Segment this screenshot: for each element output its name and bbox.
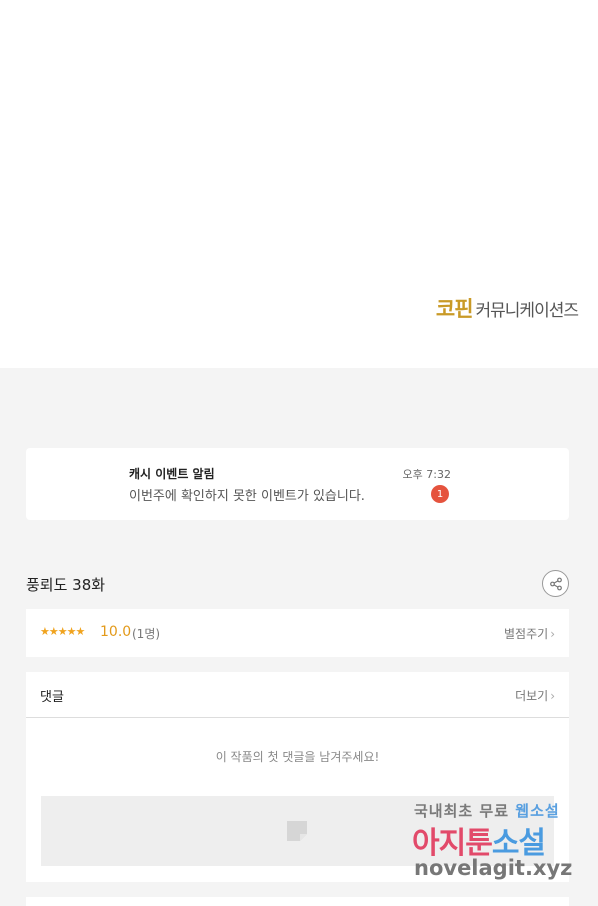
comments-title: 댓글 [40, 690, 64, 705]
comment-icon [287, 821, 307, 841]
publisher-credit: 코핀 커뮤니케이션즈 [435, 293, 579, 323]
rating-count: (1명) [132, 627, 161, 641]
notification-title: 캐시 이벤트 알림 [129, 467, 215, 481]
comments-more-button[interactable]: 더보기 › [515, 687, 555, 704]
publisher-brand: 코핀 [435, 297, 474, 321]
rating-panel: ★★★★★ 10.0 (1명) 별점주기 › [26, 609, 569, 657]
next-section-card [26, 897, 569, 906]
episode-title: 풍뢰도 38화 [26, 576, 106, 594]
notification-time: 오후 7:32 [402, 468, 451, 481]
share-button[interactable] [542, 570, 569, 597]
publisher-name-rest: 커뮤니케이션즈 [475, 301, 579, 321]
rate-button-label: 별점주기 [504, 627, 549, 641]
notification-message: 이번주에 확인하지 못한 이벤트가 있습니다. [129, 489, 365, 504]
site-watermark: 국내최초 무료 웹소설 아지툰소설 novelagit.xyz [410, 798, 580, 890]
comments-empty-message: 이 작품의 첫 댓글을 남겨주세요! [215, 750, 380, 764]
rate-button[interactable]: 별점주기 › [504, 625, 555, 642]
star-rating-icons: ★★★★★ [40, 625, 85, 638]
comments-header: 댓글 더보기 › [26, 672, 569, 718]
rating-score: 10.0 [100, 624, 132, 640]
share-icon [549, 577, 562, 590]
watermark-url: novelagit.xyz [414, 856, 573, 880]
cash-event-notification[interactable]: 캐시 이벤트 알림 이번주에 확인하지 못한 이벤트가 있습니다. 오후 7:3… [26, 448, 569, 520]
chevron-right-icon: › [550, 627, 555, 641]
episode-image-area: 코핀 커뮤니케이션즈 [0, 0, 598, 368]
chevron-right-icon: › [550, 689, 555, 703]
notification-badge: 1 [431, 485, 449, 503]
comments-more-label: 더보기 [515, 689, 549, 703]
